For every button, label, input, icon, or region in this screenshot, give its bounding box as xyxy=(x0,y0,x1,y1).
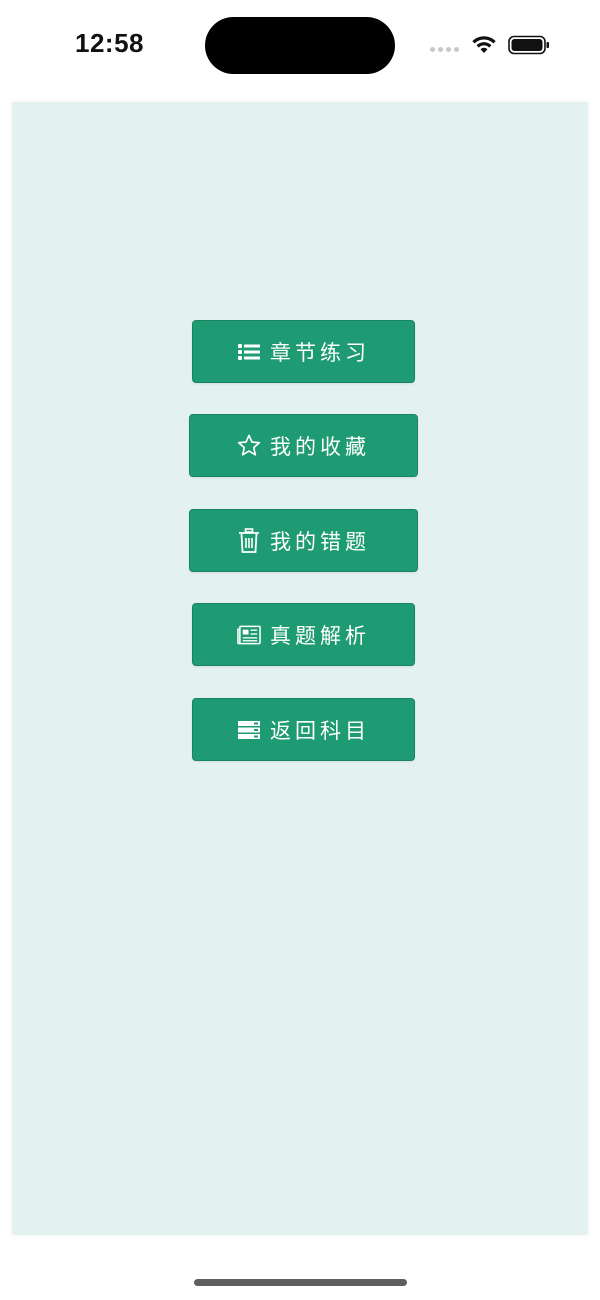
chapter-practice-label: 章节练习 xyxy=(270,340,370,365)
list-icon xyxy=(237,340,261,364)
wifi-icon xyxy=(472,36,496,53)
newspaper-icon xyxy=(237,623,261,647)
home-indicator[interactable] xyxy=(194,1279,407,1286)
content-panel: 章节练习 我的收藏 我的错题 真题解析 返回科目 xyxy=(12,102,588,1235)
past-exam-analysis-label: 真题解析 xyxy=(270,623,370,648)
server-icon xyxy=(237,718,261,742)
my-wrong-questions-button[interactable]: 我的错题 xyxy=(189,509,418,572)
past-exam-analysis-button[interactable]: 真题解析 xyxy=(192,603,415,666)
dynamic-island xyxy=(205,17,395,74)
status-bar: 12:58 xyxy=(0,0,600,92)
star-icon xyxy=(237,434,261,458)
chapter-practice-button[interactable]: 章节练习 xyxy=(192,320,415,383)
my-favorites-label: 我的收藏 xyxy=(270,434,370,459)
battery-icon xyxy=(508,35,549,55)
status-time: 12:58 xyxy=(75,28,144,58)
my-favorites-button[interactable]: 我的收藏 xyxy=(189,414,418,477)
my-wrong-questions-label: 我的错题 xyxy=(270,529,370,554)
trash-icon xyxy=(237,527,261,553)
back-to-subjects-label: 返回科目 xyxy=(270,718,370,743)
cellular-signal-icon xyxy=(430,47,459,52)
back-to-subjects-button[interactable]: 返回科目 xyxy=(192,698,415,761)
